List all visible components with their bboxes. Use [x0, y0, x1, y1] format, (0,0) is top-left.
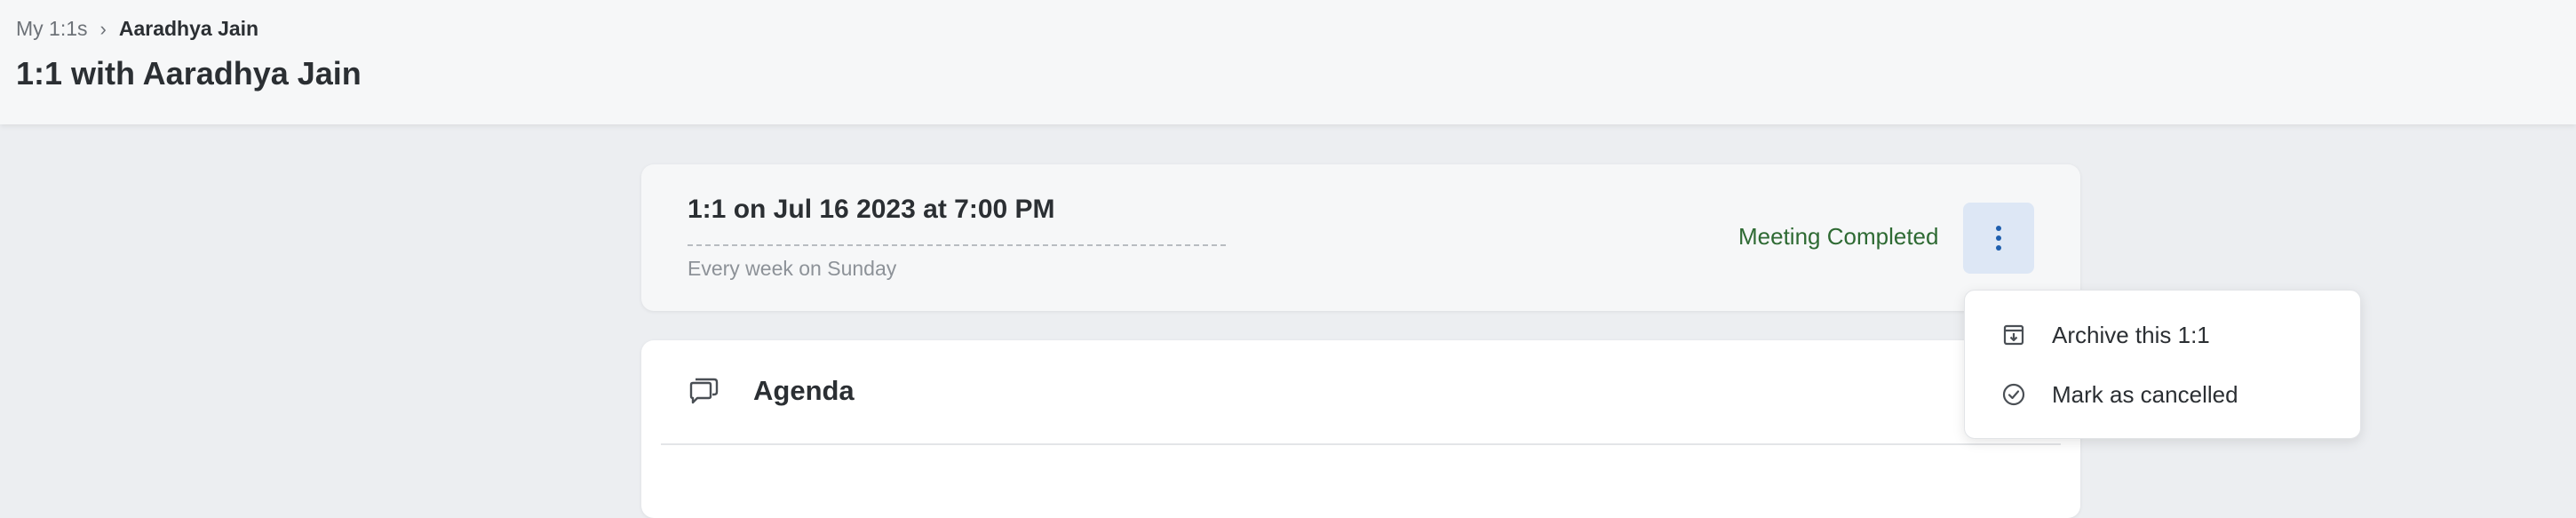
agenda-title: Agenda: [753, 375, 855, 406]
menu-item-label: Archive this 1:1: [2052, 321, 2210, 348]
page-title: 1:1 with Aaradhya Jain: [16, 55, 362, 92]
meeting-recurrence: Every week on Sunday: [688, 257, 897, 280]
meeting-title[interactable]: 1:1 on Jul 16 2023 at 7:00 PM: [688, 195, 1055, 225]
menu-item-archive[interactable]: Archive this 1:1: [1965, 308, 2360, 362]
meeting-divider: [688, 244, 1226, 246]
breadcrumb-current: Aaradhya Jain: [118, 17, 259, 40]
more-options-button[interactable]: [1963, 203, 2034, 274]
check-circle-icon: [2002, 383, 2025, 406]
agenda-card: Agenda: [641, 340, 2080, 518]
meeting-status: Meeting Completed: [1738, 223, 1939, 250]
page-header: My 1:1s › Aaradhya Jain 1:1 with Aaradhy…: [0, 0, 2576, 124]
kebab-vertical-icon: [1996, 226, 2001, 251]
breadcrumb-separator: ›: [99, 17, 107, 40]
agenda-divider: [661, 443, 2061, 445]
archive-icon: [2003, 324, 2024, 346]
more-options-menu: Archive this 1:1 Mark as cancelled: [1964, 290, 2361, 439]
meeting-card: 1:1 on Jul 16 2023 at 7:00 PM Every week…: [641, 164, 2080, 311]
breadcrumb-link-my-1-1s[interactable]: My 1:1s: [16, 17, 88, 41]
menu-item-label: Mark as cancelled: [2052, 380, 2238, 408]
chat-bubbles-icon: [689, 378, 719, 404]
breadcrumb: My 1:1s › Aaradhya Jain: [16, 17, 258, 41]
menu-item-mark-cancelled[interactable]: Mark as cancelled: [1965, 368, 2360, 421]
